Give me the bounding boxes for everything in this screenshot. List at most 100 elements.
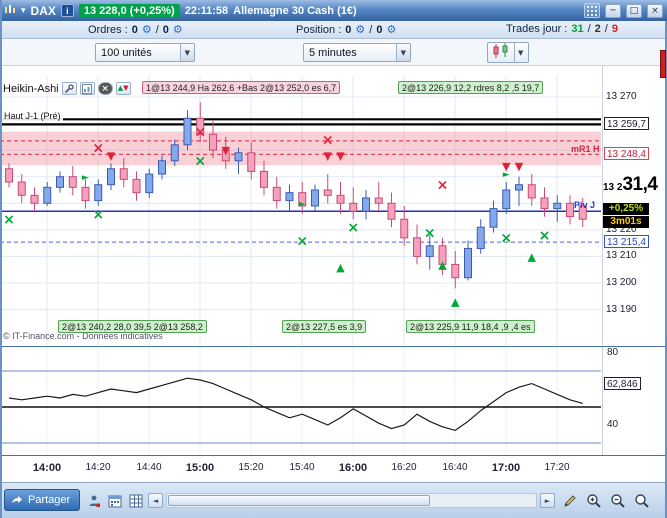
title-bar: ▾ DAX i 13 228,0 (+0,25%) 22:11:58 Allem… [0, 0, 667, 21]
chart-style-button[interactable]: ▼ [487, 42, 530, 63]
candle-body [56, 176, 64, 188]
wrench-icon[interactable] [61, 82, 77, 95]
candle-body [336, 194, 345, 204]
buy-arrow-marker: ▲ [451, 295, 460, 308]
candle-body [17, 181, 26, 196]
calendar-icon[interactable] [105, 491, 124, 510]
candlestick-chart[interactable]: ×►×× ▼××▼►××▼ ▼▲× ××▲▲▼ ▼►×▲× [0, 66, 667, 345]
apps-grid-icon[interactable] [584, 3, 600, 18]
trades-loss-count: 9 [611, 23, 618, 35]
time-axis-label: 16:20 [391, 462, 417, 473]
draw-tool-icon[interactable] [560, 491, 579, 510]
buy-sell-arrows-icon[interactable]: ▲ ▼ [115, 82, 131, 95]
order-chip[interactable]: 2@13 225,9 11,9 18,4 ,9 ,4 es [406, 320, 535, 333]
zoom-out-icon[interactable] [608, 491, 627, 510]
indicator-panel[interactable]: 80 62,846 40 [0, 346, 667, 456]
close-study-icon[interactable]: × [97, 82, 113, 95]
candle-body [43, 186, 52, 204]
resistance-level-label: mR1 H [571, 144, 600, 154]
instrument-dropdown-caret[interactable]: ▾ [21, 6, 26, 16]
green-x-marker: × [296, 233, 308, 249]
time-axis-label: 14:20 [85, 462, 111, 473]
change-percent-label: +0,25% [603, 202, 649, 215]
order-chip[interactable]: 2@13 227,5 es 3,9 [282, 320, 367, 333]
scrollbar-thumb[interactable] [168, 495, 430, 506]
candle-body [170, 144, 179, 162]
user-icon[interactable] [84, 491, 103, 510]
candle-body [94, 184, 103, 202]
chart-scrollbar[interactable] [166, 493, 537, 508]
indicator-axis[interactable]: 80 62,846 40 [602, 347, 666, 455]
share-button[interactable]: Partager [4, 489, 81, 511]
oscillator-chart[interactable] [0, 347, 667, 455]
timeframe-select[interactable]: 5 minutes ▼ [303, 43, 411, 62]
time-axis-label: 15:00 [185, 462, 215, 474]
position-sell-count: 0 [376, 23, 383, 36]
time-axis[interactable]: 14:00 14:20 14:40 15:00 15:20 15:40 16:00 16:20… [0, 456, 667, 482]
time-axis-label: 16:40 [442, 462, 468, 473]
candle-body [451, 263, 460, 279]
entry-marker: ► [503, 170, 510, 180]
chevron-down-icon[interactable]: ▼ [514, 43, 526, 62]
panel-handle[interactable] [660, 50, 666, 78]
candle-body [502, 189, 511, 210]
sell-arrow-icon: ▼ [123, 84, 129, 92]
candle-body [527, 184, 536, 199]
candle-body [260, 170, 268, 188]
candle-body [107, 168, 115, 186]
time-axis-label: 15:20 [238, 462, 264, 473]
green-x-marker: × [3, 212, 15, 228]
trading-window: ▾ DAX i 13 228,0 (+0,25%) 22:11:58 Allem… [0, 0, 667, 518]
panel-icon[interactable] [79, 82, 95, 95]
position-buy-settings-icon[interactable]: ⚙ [355, 23, 365, 36]
orders-buy-count: 0 [131, 23, 138, 36]
scroll-right-button[interactable]: ► [540, 493, 555, 508]
study-label: Heikin-Ashi [3, 82, 59, 95]
main-chart[interactable]: × ► × × ▼ × × ▼ ► × × ▼ ▼ ▲ × × × ▲ ▲ ▼ ▼ ► × ▲ × Heikin-Ashi × … [0, 66, 667, 345]
orders-summary: Ordres : 0 ⚙ / 0 ⚙ [88, 23, 183, 36]
indicator-axis-label: 62,846 [604, 376, 641, 390]
current-price-label: 13 231,4 [603, 173, 658, 196]
orders-info-chip[interactable]: 2@13 226,9 12,2 rdres 8,2 ,5 19,7 [398, 81, 544, 94]
candle-body [476, 226, 485, 249]
price-axis-label: 13 248,4 [604, 147, 649, 161]
time-axis-label: 14:00 [32, 462, 62, 474]
candle-body [425, 245, 434, 257]
zoom-in-icon[interactable] [584, 491, 603, 510]
entry-marker: ► [82, 173, 89, 183]
candle-body [566, 202, 574, 218]
price-info-chip[interactable]: 1@13 244,9 Ha 262,6 +Bas 2@13 252,0 es 6… [142, 81, 341, 94]
green-x-marker: × [92, 207, 104, 223]
sell-order-settings-icon[interactable]: ⚙ [173, 23, 183, 36]
units-select[interactable]: 100 unités ▼ [95, 43, 195, 62]
candle-body [132, 178, 141, 194]
instrument-name[interactable]: DAX [31, 4, 56, 18]
scroll-left-button[interactable]: ◄ [148, 493, 163, 508]
maximize-button[interactable]: □ [626, 3, 642, 18]
window-border-left [0, 0, 2, 518]
minimize-button[interactable]: ─ [605, 3, 621, 18]
sell-arrow-marker: ▼ [336, 149, 345, 162]
timeframe-select-value: 5 minutes [309, 46, 357, 59]
time-axis-label: 17:20 [544, 462, 570, 473]
zoom-reset-icon[interactable] [632, 491, 651, 510]
sell-arrow-marker: ▼ [107, 149, 116, 162]
candle-body [81, 186, 90, 202]
info-icon[interactable]: i [60, 4, 74, 17]
share-icon [11, 493, 23, 508]
candle-body [400, 218, 409, 239]
order-chip[interactable]: 2@13 240,2 28,0 39,5 2@13 258,2 [58, 320, 207, 333]
candle-body [209, 133, 217, 151]
time-axis-label: 16:00 [338, 462, 368, 474]
green-x-marker: × [539, 228, 551, 244]
table-icon[interactable] [126, 491, 145, 510]
candle-body [272, 186, 281, 202]
green-x-marker: × [424, 225, 436, 241]
green-x-marker: × [500, 231, 512, 247]
trades-separator: / [587, 23, 591, 35]
position-sell-settings-icon[interactable]: ⚙ [386, 23, 396, 36]
candle-body [362, 197, 370, 212]
buy-order-settings-icon[interactable]: ⚙ [142, 23, 152, 36]
close-button[interactable]: × [647, 3, 663, 18]
candle-body [349, 202, 358, 212]
